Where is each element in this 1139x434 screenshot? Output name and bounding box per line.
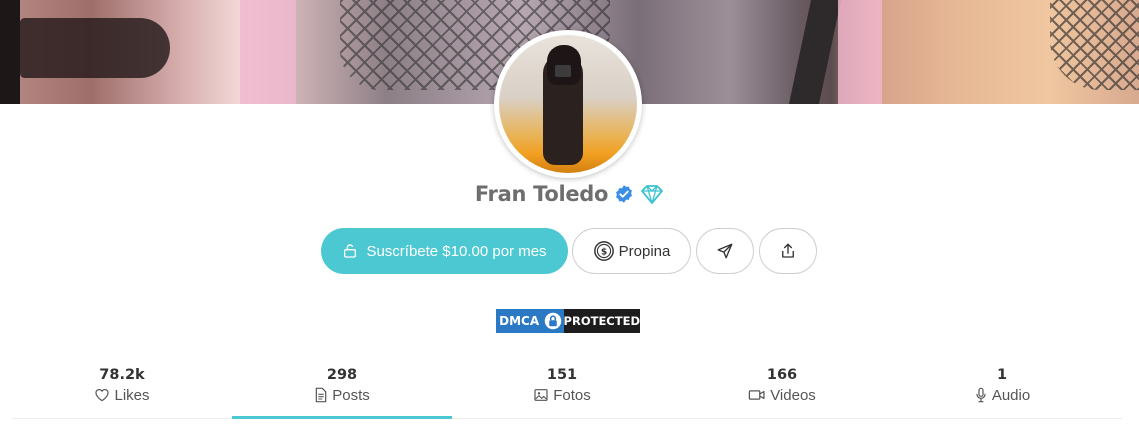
likes-label: Likes [114,386,150,404]
action-bar: Suscríbete $10.00 por mes $ Propina [321,228,817,274]
tab-likes[interactable]: 78.2k Likes [12,365,232,418]
tab-posts[interactable]: 298 Posts [232,365,452,419]
audio-count: 1 [996,367,1008,383]
message-button[interactable] [696,228,754,274]
send-icon [717,243,733,259]
video-icon [748,390,765,400]
subscribe-label: Suscríbete $10.00 por mes [366,242,547,260]
videos-label: Videos [770,386,816,404]
fotos-count: 151 [546,367,578,383]
share-button[interactable] [759,228,817,274]
unlock-icon [344,244,357,258]
posts-count: 298 [326,367,358,383]
tab-fotos[interactable]: 151 Fotos [452,365,672,418]
share-icon [782,243,794,258]
lock-icon [544,312,562,330]
audio-label: Audio [991,386,1031,404]
profile-tabs: 78.2k Likes 298 Posts 151 Fotos 166 Vide… [12,365,1122,419]
profile-name: Fran Toledo [474,182,609,206]
videos-count: 166 [766,367,798,383]
coin-icon: $ [593,241,614,261]
tip-label: Propina [618,242,671,260]
avatar[interactable] [494,30,642,178]
posts-label: Posts [332,386,370,404]
heart-icon [95,389,110,402]
dmca-protected-label: PROTECTED [563,309,640,333]
document-icon [315,387,327,403]
dmca-label: DMCA [496,309,543,333]
tab-videos[interactable]: 166 Videos [672,365,892,418]
microphone-icon [976,387,986,403]
subscribe-button[interactable]: Suscríbete $10.00 por mes [321,228,568,274]
likes-count: 78.2k [99,367,145,383]
fotos-label: Fotos [553,386,591,404]
tab-audio[interactable]: 1 Audio [892,365,1112,418]
tip-button[interactable]: $ Propina [572,228,691,274]
diamond-icon [641,185,664,204]
verified-icon [616,185,633,203]
dmca-badge[interactable]: DMCA PROTECTED [496,309,640,333]
profile-header: Fran Toledo [0,182,1139,206]
image-icon [534,389,548,401]
svg-text:$: $ [600,247,606,258]
